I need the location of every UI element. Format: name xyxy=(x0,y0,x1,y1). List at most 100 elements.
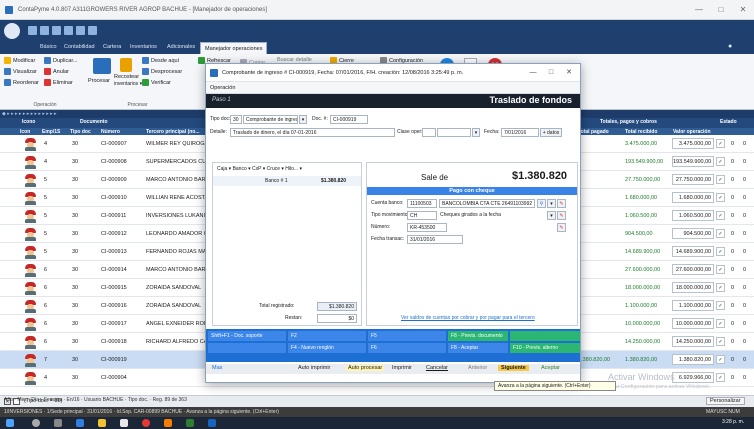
search-icon[interactable]: ⚲ xyxy=(537,199,546,208)
numero-field[interactable]: KR-453500 xyxy=(407,223,447,232)
recostear-button[interactable]: Recostear xyxy=(114,74,139,80)
store-icon[interactable] xyxy=(120,419,128,427)
doc-number-field[interactable]: CI-000919 xyxy=(330,115,368,124)
ver-saldos-link[interactable]: Ver saldos de cuentas por cobrar y por p… xyxy=(401,315,535,321)
pin-icon[interactable]: ✎ xyxy=(557,199,566,208)
status-check-icon[interactable]: ✓ xyxy=(716,319,725,328)
status-check-icon[interactable]: ✓ xyxy=(716,139,725,148)
cuenta-banco-name[interactable]: BANCOLOMBIA CTA CTE 26491103992 xyxy=(439,199,535,208)
modificar-button[interactable]: Modificar xyxy=(4,57,35,64)
tab-inventarios[interactable]: Inventarios xyxy=(130,44,157,50)
desde-aqui-button[interactable]: Desde aquí xyxy=(142,57,179,64)
explorer-icon[interactable] xyxy=(98,419,106,427)
siguiente-button[interactable]: Siguiente xyxy=(498,365,529,371)
fecha-transac-field[interactable]: 31/01/2016 xyxy=(407,235,463,244)
duplicar-button[interactable]: Duplicar... xyxy=(44,57,77,64)
status-check-icon[interactable]: ✓ xyxy=(716,247,725,256)
auto-procesar-toggle[interactable]: Auto procesar xyxy=(346,365,385,371)
fkey-f6[interactable]: F6 xyxy=(368,343,446,353)
status-check-icon[interactable]: ✓ xyxy=(716,193,725,202)
edge-icon[interactable] xyxy=(76,419,84,427)
maximize-icon[interactable]: □ xyxy=(710,0,732,20)
status-check-icon[interactable]: ✓ xyxy=(716,283,725,292)
task-view-icon[interactable] xyxy=(54,419,62,427)
fkey-extra[interactable] xyxy=(510,331,580,341)
clase-oper-name[interactable] xyxy=(437,128,471,137)
nav-bar[interactable]: Año · Mes · Día · Semana · En/16 · Usuar… xyxy=(4,397,187,403)
anterior-button[interactable]: Anterior xyxy=(468,365,487,371)
contapyme-taskbar-icon[interactable] xyxy=(208,419,216,427)
tab-contabilidad[interactable]: Contabilidad xyxy=(64,44,95,50)
verificar-button[interactable]: Verificar xyxy=(142,79,171,86)
detalle-field[interactable]: Traslado de dinero, el día 07-01-2016 xyxy=(230,128,395,137)
start-icon[interactable] xyxy=(6,419,14,427)
fkey-doc-soporte[interactable]: Shift+F1 - Doc. soporte xyxy=(208,331,286,341)
aceptar-button[interactable]: Aceptar xyxy=(541,365,560,371)
fkey-blank[interactable] xyxy=(208,343,286,353)
fkey-previs-documento[interactable]: F8 - Previs. documento xyxy=(448,331,508,341)
status-check-icon[interactable]: ✓ xyxy=(716,355,725,364)
tab-adicionales[interactable]: Adicionales xyxy=(167,44,195,50)
desprocesar-button[interactable]: Desprocesar xyxy=(142,68,182,75)
procesar-icon[interactable] xyxy=(93,58,111,74)
status-check-icon[interactable]: ✓ xyxy=(716,211,725,220)
procesar-button[interactable]: Procesar xyxy=(88,78,110,84)
mas-button[interactable]: Mas xyxy=(212,365,222,371)
auto-imprimir-toggle[interactable]: Auto imprimir xyxy=(298,365,330,371)
visualizar-button[interactable]: Visualizar xyxy=(4,68,37,75)
tipo-mov-dropdown-icon[interactable]: ▾ xyxy=(547,211,556,220)
dropdown-icon[interactable]: ▾ xyxy=(547,199,556,208)
banco-row[interactable]: Banco # 1 $1.380.820 xyxy=(213,176,361,186)
status-check-icon[interactable]: ✓ xyxy=(716,373,725,382)
app-logo[interactable] xyxy=(4,23,20,39)
imprimir-button[interactable]: Imprimir xyxy=(392,365,412,371)
mas-datos-button[interactable]: + datos xyxy=(540,128,562,137)
close-icon[interactable]: ✕ xyxy=(732,0,754,20)
chart-icon[interactable] xyxy=(52,26,61,35)
recostear-sub[interactable]: inventarios ▾ xyxy=(114,81,142,87)
status-check-icon[interactable]: ✓ xyxy=(716,175,725,184)
fkey-f5[interactable]: F5 xyxy=(368,331,446,341)
export-icon[interactable] xyxy=(88,26,97,35)
help-icon[interactable]: ● xyxy=(728,43,732,50)
fkey-aceptar[interactable]: F8 - Aceptar xyxy=(448,343,508,353)
distribution-columns[interactable]: Caja ▾ Banco ▾ CxP ▾ Cruce ▾ Hilo... ▾ xyxy=(217,166,302,172)
fecha-field[interactable]: 7/01/2016 xyxy=(501,128,539,137)
anular-button[interactable]: Anular xyxy=(44,68,69,75)
reordenar-button[interactable]: Reordenar xyxy=(4,79,39,86)
eliminar-button[interactable]: Eliminar xyxy=(44,79,73,86)
clase-oper-dropdown-icon[interactable]: ▾ xyxy=(472,128,480,137)
app-icon-2[interactable] xyxy=(164,419,172,427)
excel-icon[interactable] xyxy=(186,419,194,427)
fkey-previs-alterno[interactable]: F10 - Previs. alterno xyxy=(510,343,580,353)
cuenta-banco-code[interactable]: 11100503 xyxy=(407,199,437,208)
report-icon[interactable] xyxy=(76,26,85,35)
personalizar-button[interactable]: Personalizar xyxy=(706,397,745,405)
tipo-mov-pin-icon[interactable]: ✎ xyxy=(557,211,566,220)
dialog-maximize-icon[interactable]: □ xyxy=(542,64,560,81)
recostear-icon[interactable] xyxy=(120,58,132,72)
search-icon[interactable] xyxy=(32,419,40,427)
tipo-doc-name[interactable]: Comprobante de ingreso xyxy=(243,115,298,124)
tab-basico[interactable]: Básico xyxy=(40,44,57,50)
tab-manejador[interactable]: Manejador operaciones xyxy=(200,42,268,54)
fkey-f2[interactable]: F2 xyxy=(288,331,366,341)
dialog-minimize-icon[interactable]: — xyxy=(524,64,542,81)
status-check-icon[interactable]: ✓ xyxy=(716,337,725,346)
numero-pin-icon[interactable]: ✎ xyxy=(557,223,566,232)
filter-row-icons[interactable]: ◆ ▸ ▸ ▸ ▸ ▸ ▸ ▸ ▸ ▸ ▸ ▸ ▸ ▸ xyxy=(2,111,57,117)
status-check-icon[interactable]: ✓ xyxy=(716,301,725,310)
tipo-doc-code[interactable]: 30 xyxy=(230,115,242,124)
status-check-icon[interactable]: ✓ xyxy=(716,157,725,166)
list-icon[interactable] xyxy=(64,26,73,35)
tipo-mov-code[interactable]: CH xyxy=(407,211,437,220)
calendar-icon[interactable] xyxy=(40,26,49,35)
dialog-close-icon[interactable]: ✕ xyxy=(560,64,578,81)
minimize-icon[interactable]: — xyxy=(688,0,710,20)
chrome-icon[interactable] xyxy=(142,419,150,427)
cancelar-button[interactable]: Cancelar xyxy=(426,365,448,371)
status-check-icon[interactable]: ✓ xyxy=(716,229,725,238)
dialog-menu-operacion[interactable]: Operación xyxy=(206,82,580,94)
grid-icon[interactable] xyxy=(28,26,37,35)
tab-cartera[interactable]: Cartera xyxy=(103,44,121,50)
